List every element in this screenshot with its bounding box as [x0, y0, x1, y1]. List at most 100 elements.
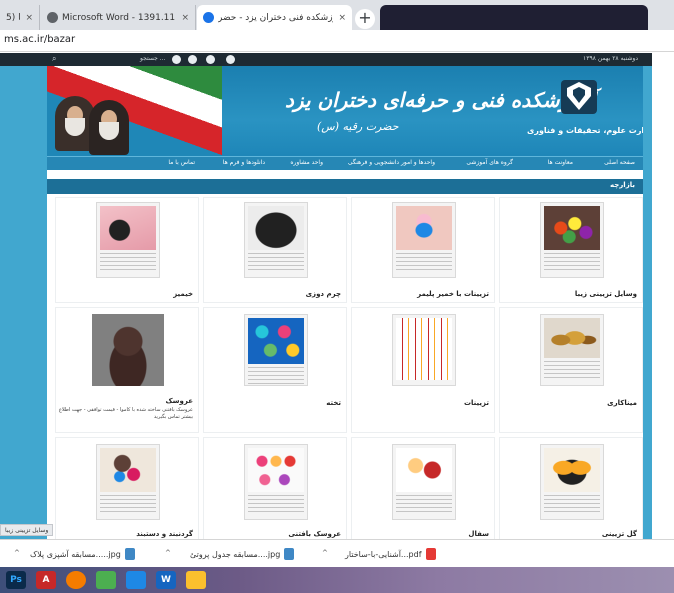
- image-file-icon: [284, 548, 295, 560]
- app-icon[interactable]: [126, 571, 146, 589]
- edge-favicon-icon: [203, 12, 214, 23]
- product-image[interactable]: [244, 202, 308, 278]
- download-bar: ^ jpg.....مسابقه آشپزی پلاک ^ jpg....مسا…: [0, 539, 674, 567]
- date-text: دوشنبه ۲۸ بهمن ۱۳۹۸: [583, 55, 638, 62]
- social-icon[interactable]: [188, 55, 197, 64]
- product-card[interactable]: گل تزیینی: [499, 437, 643, 539]
- product-image[interactable]: [392, 202, 456, 278]
- product-title[interactable]: تخته: [326, 399, 341, 407]
- section-title: بازارچه: [609, 181, 635, 189]
- product-card[interactable]: تخته: [203, 307, 347, 433]
- download-item[interactable]: pdf...آشنایی-با-ساختار: [345, 546, 436, 562]
- product-image[interactable]: [244, 444, 308, 520]
- nav-item-counseling[interactable]: واحد مشاوره: [290, 159, 323, 166]
- app-icon[interactable]: [96, 571, 116, 589]
- acrobat-icon[interactable]: A: [36, 571, 56, 589]
- product-image[interactable]: [540, 314, 604, 386]
- product-title[interactable]: تزیینات: [464, 399, 489, 407]
- windows-taskbar: Ps A W: [0, 567, 674, 593]
- product-card[interactable]: عروسک عروسک بافتنی ساخته شده با کاموا - …: [55, 307, 199, 433]
- status-url-tooltip: وسایل تزیینی زیبا: [0, 524, 54, 536]
- folder-icon[interactable]: [186, 571, 206, 589]
- product-image[interactable]: [92, 314, 164, 386]
- tab-close-icon[interactable]: ×: [338, 13, 346, 23]
- nav-item-departments[interactable]: گروه های آموزشی: [466, 159, 513, 166]
- product-card[interactable]: تزیینات: [351, 307, 495, 433]
- site-container: آموزشکده فنی و حرفه‌ای دختران یزد حضرت ر…: [47, 66, 643, 539]
- search-input[interactable]: جستجو ...: [140, 55, 166, 62]
- product-title[interactable]: میناکاری: [607, 399, 637, 407]
- product-title[interactable]: عروسک: [165, 397, 193, 405]
- browser-tab-1[interactable]: 5) با ×: [0, 5, 40, 30]
- browser-tab-2[interactable]: Microsoft Word - 1391.11.17 ×: [41, 5, 196, 30]
- chevron-up-icon[interactable]: ^: [322, 549, 328, 557]
- portrait-image: [89, 100, 129, 155]
- product-image[interactable]: [244, 314, 308, 386]
- url-text[interactable]: ms.ac.ir/bazar: [4, 34, 75, 45]
- nav-item-deputies[interactable]: معاونت ها: [548, 159, 573, 166]
- tab-title: Microsoft Word - 1391.11.17: [62, 12, 176, 23]
- tab-strip-dark-area: [380, 5, 648, 30]
- social-icon[interactable]: [226, 55, 235, 64]
- site-top-bar: ⌕ جستجو ... دوشنبه ۲۸ بهمن ۱۳۹۸: [0, 53, 652, 66]
- main-nav: صفحه اصلی معاونت ها گروه های آموزشی واحد…: [47, 156, 643, 170]
- product-card[interactable]: میناکاری: [499, 307, 643, 433]
- chevron-up-icon[interactable]: ^: [165, 549, 171, 557]
- product-title[interactable]: گردنبند و دستبند: [136, 530, 193, 538]
- download-item[interactable]: jpg....مسابقه جدول پروتئ: [190, 546, 295, 562]
- product-description: عروسک بافتنی ساخته شده با کاموا - قیمت ت…: [58, 407, 193, 420]
- site-banner: آموزشکده فنی و حرفه‌ای دختران یزد حضرت ر…: [47, 66, 643, 156]
- product-title[interactable]: تزیینات با خمیر پلیمر: [417, 290, 489, 298]
- social-icon[interactable]: [172, 55, 181, 64]
- product-title[interactable]: گل تزیینی: [602, 530, 637, 538]
- product-image[interactable]: [392, 444, 456, 520]
- product-card[interactable]: گردنبند و دستبند: [55, 437, 199, 539]
- tab-close-icon[interactable]: ×: [25, 13, 33, 23]
- page-viewport: ⌕ جستجو ... دوشنبه ۲۸ بهمن ۱۳۹۸ آموزشکده…: [0, 53, 652, 539]
- download-item[interactable]: jpg.....مسابقه آشپزی پلاک: [30, 546, 135, 562]
- product-image[interactable]: [96, 202, 160, 278]
- product-card[interactable]: خیمیز: [55, 197, 199, 303]
- tab-title: 5) با: [6, 12, 20, 23]
- word-icon[interactable]: W: [156, 571, 176, 589]
- ministry-name: وزارت علوم، تحقیقات و فناوری: [527, 126, 643, 135]
- product-title[interactable]: خیمیز: [173, 290, 193, 298]
- product-image[interactable]: [96, 444, 160, 520]
- browser-tab-3-active[interactable]: آموزشکده فنی دختران یزد - حضر... ×: [197, 5, 352, 30]
- product-image[interactable]: [540, 202, 604, 278]
- nav-item-contact[interactable]: تماس با ما: [168, 159, 195, 166]
- product-card[interactable]: چرم دوزی: [203, 197, 347, 303]
- nav-item-home[interactable]: صفحه اصلی: [604, 159, 635, 166]
- section-header: بازارچه: [47, 179, 643, 194]
- product-card[interactable]: تزیینات با خمیر پلیمر: [351, 197, 495, 303]
- tab-title: آموزشکده فنی دختران یزد - حضر...: [218, 12, 333, 23]
- product-image[interactable]: [392, 314, 456, 386]
- banner-subtitle: حضرت رقیه (س): [317, 120, 399, 133]
- product-card[interactable]: عروسک بافتنی: [203, 437, 347, 539]
- tab-close-icon[interactable]: ×: [181, 13, 189, 23]
- globe-icon: [47, 12, 58, 23]
- chevron-up-icon[interactable]: ^: [14, 549, 20, 557]
- image-file-icon: [124, 548, 135, 560]
- download-filename: pdf...آشنایی-با-ساختار: [345, 549, 422, 559]
- address-bar[interactable]: ms.ac.ir/bazar: [0, 30, 674, 52]
- nav-item-downloads[interactable]: دانلودها و فرم ها: [223, 159, 265, 166]
- nav-item-student-affairs[interactable]: واحدها و امور دانشجویی و فرهنگی: [348, 159, 435, 166]
- product-title[interactable]: سفال: [468, 530, 489, 538]
- browser-tab-strip: 5) با × Microsoft Word - 1391.11.17 × آم…: [0, 0, 674, 30]
- photoshop-icon[interactable]: Ps: [6, 571, 26, 589]
- banner-title: آموزشکده فنی و حرفه‌ای دختران یزد: [285, 88, 596, 112]
- new-tab-button[interactable]: +: [355, 9, 375, 29]
- product-image[interactable]: [540, 444, 604, 520]
- product-title[interactable]: عروسک بافتنی: [288, 530, 341, 538]
- search-icon[interactable]: ⌕: [52, 54, 56, 64]
- download-filename: jpg....مسابقه جدول پروتئ: [190, 549, 281, 559]
- product-title[interactable]: وسایل تزیینی زیبا: [575, 290, 637, 298]
- product-card[interactable]: وسایل تزیینی زیبا: [499, 197, 643, 303]
- product-title[interactable]: چرم دوزی: [306, 290, 341, 298]
- product-card[interactable]: سفال: [351, 437, 495, 539]
- ministry-logo-icon: [561, 80, 597, 114]
- download-filename: jpg.....مسابقه آشپزی پلاک: [30, 549, 121, 559]
- firefox-icon[interactable]: [66, 571, 86, 589]
- social-icon[interactable]: [206, 55, 215, 64]
